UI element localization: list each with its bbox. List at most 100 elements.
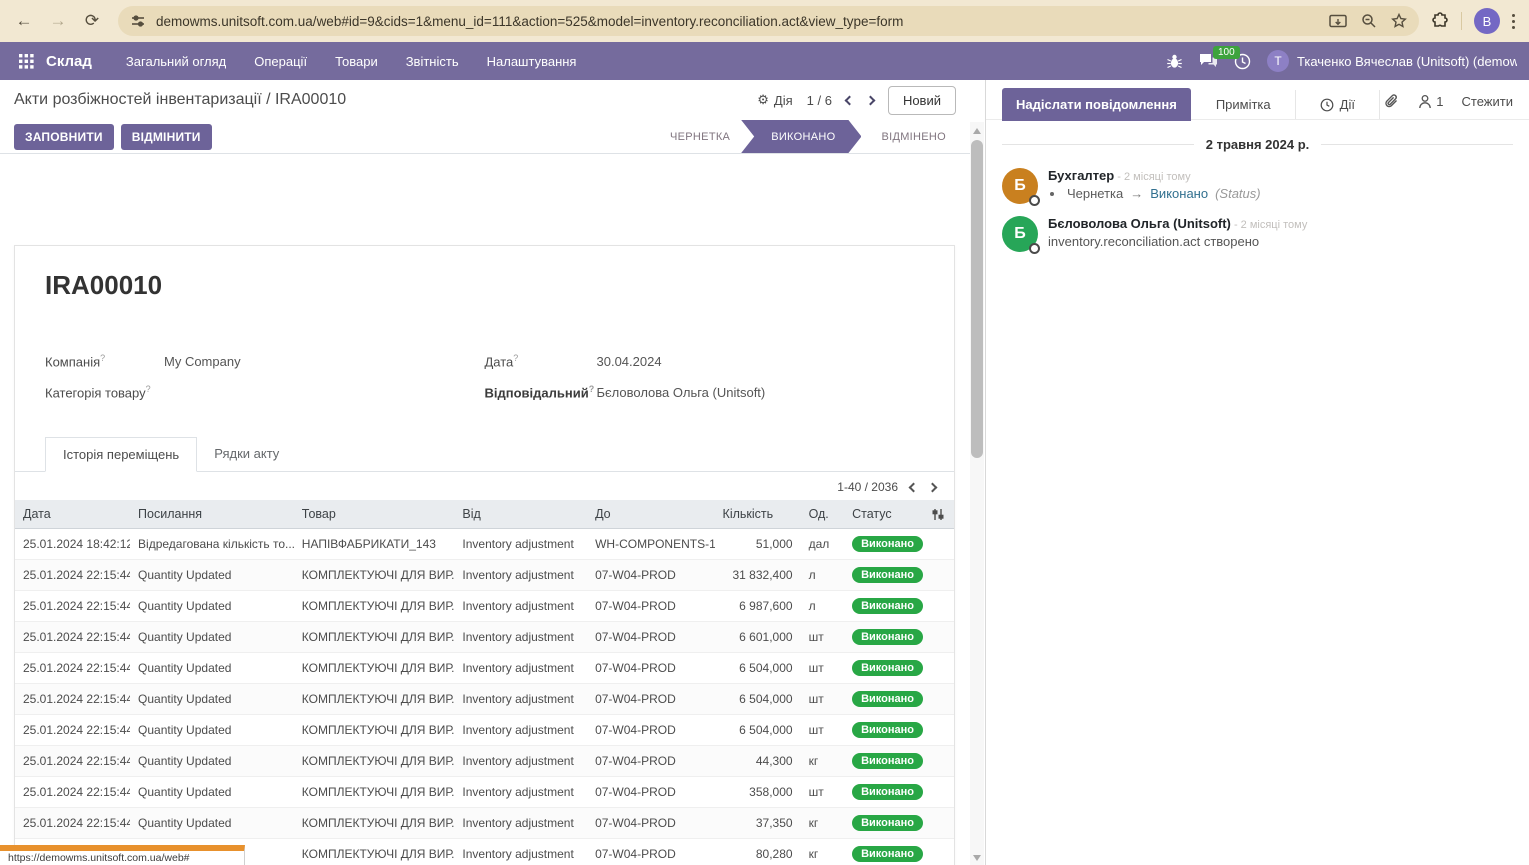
scrollbar-thumb[interactable] xyxy=(971,140,983,458)
nav-menu-item[interactable]: Операції xyxy=(242,48,319,75)
user-menu[interactable]: T Ткаченко Вячеслав (Unitsoft) (demow... xyxy=(1267,50,1517,72)
column-header[interactable]: До xyxy=(587,500,714,529)
move-history-table: ДатаПосиланняТоварВідДоКількістьОд.Стату… xyxy=(15,500,954,865)
notebook-tab[interactable]: Рядки акту xyxy=(197,437,296,472)
browser-back-button[interactable]: ← xyxy=(10,7,38,35)
reference-cell: Quantity Updated xyxy=(130,560,294,591)
list-pager-previous-icon[interactable] xyxy=(909,482,919,492)
product-cell: КОМПЛЕКТУЮЧІ ДЛЯ ВИР... xyxy=(294,684,455,715)
browser-toolbar: ← → ⟳ demowms.unitsoft.com.ua/web#id=9&c… xyxy=(0,0,1529,42)
product-cell: КОМПЛЕКТУЮЧІ ДЛЯ ВИР... xyxy=(294,591,455,622)
from-location-cell: Inventory adjustment xyxy=(454,808,587,839)
app-navbar: Склад Загальний оглядОпераціїТовариЗвітн… xyxy=(0,42,1529,80)
table-row[interactable]: 25.01.2024 22:15:44Quantity UpdatedКОМПЛ… xyxy=(15,684,954,715)
debug-bug-icon[interactable] xyxy=(1166,53,1183,70)
zoom-out-icon[interactable] xyxy=(1361,13,1377,29)
action-menu-button[interactable]: ⚙ Дія xyxy=(757,92,792,108)
to-location-cell: 07-W04-PROD xyxy=(587,560,714,591)
responsible-field-value[interactable]: Бєловолова Ольга (Unitsoft) xyxy=(597,385,766,400)
apps-grid-icon[interactable] xyxy=(12,47,40,75)
pager-previous-icon[interactable] xyxy=(844,95,854,105)
column-header[interactable]: Дата xyxy=(15,500,130,529)
message-header: Бухгалтер - 2 місяці тому xyxy=(1048,168,1513,183)
table-row[interactable]: 25.01.2024 22:15:44Quantity UpdatedКОМПЛ… xyxy=(15,746,954,777)
row-gear-cell xyxy=(923,777,954,808)
pager-next-icon[interactable] xyxy=(865,95,875,105)
nav-menu-item[interactable]: Загальний огляд xyxy=(114,48,238,75)
new-record-button[interactable]: Новий xyxy=(888,86,956,115)
column-header[interactable]: Од. xyxy=(801,500,845,529)
to-location-cell: 07-W04-PROD xyxy=(587,653,714,684)
log-note-tab[interactable]: Примітка xyxy=(1191,90,1296,119)
list-pager-next-icon[interactable] xyxy=(928,482,938,492)
cast-icon[interactable] xyxy=(1329,14,1347,29)
attachment-paperclip-icon[interactable] xyxy=(1384,93,1400,110)
address-bar[interactable]: demowms.unitsoft.com.ua/web#id=9&cids=1&… xyxy=(118,6,1419,36)
reference-cell: Quantity Updated xyxy=(130,746,294,777)
quantity-cell: 80,280 xyxy=(715,839,801,865)
statusbar-action-button[interactable]: ЗАПОВНИТИ xyxy=(14,124,114,150)
table-row[interactable]: 25.01.2024 22:15:44Quantity UpdatedКОМПЛ… xyxy=(15,591,954,622)
notebook-tab[interactable]: Історія переміщень xyxy=(45,437,197,472)
table-row[interactable]: 25.01.2024 22:15:44Quantity UpdatedКОМПЛ… xyxy=(15,715,954,746)
stage-active[interactable]: ВИКОНАНО xyxy=(741,120,861,153)
date-field-value[interactable]: 30.04.2024 xyxy=(597,354,662,369)
quantity-cell: 6 987,600 xyxy=(715,591,801,622)
browser-menu-icon[interactable] xyxy=(1512,14,1515,29)
table-row[interactable]: 25.01.2024 22:15:44Quantity UpdatedКОМПЛ… xyxy=(15,622,954,653)
nav-menu-item[interactable]: Налаштування xyxy=(475,48,589,75)
breadcrumb[interactable]: Акти розбіжностей інвентаризації / IRA00… xyxy=(14,91,346,109)
column-header[interactable]: Посилання xyxy=(130,500,294,529)
status-badge: Виконано xyxy=(852,536,923,552)
product-cell: КОМПЛЕКТУЮЧІ ДЛЯ ВИР... xyxy=(294,746,455,777)
message-author: Бухгалтер xyxy=(1048,168,1114,183)
reference-cell: Quantity Updated xyxy=(130,777,294,808)
followers-button[interactable]: 1 xyxy=(1418,94,1443,109)
status-badge: Виконано xyxy=(852,598,923,614)
quantity-cell: 6 504,000 xyxy=(715,653,801,684)
product-cell: КОМПЛЕКТУЮЧІ ДЛЯ ВИР... xyxy=(294,622,455,653)
nav-menu-item[interactable]: Звітність xyxy=(394,48,471,75)
row-gear-cell xyxy=(923,591,954,622)
optional-columns-button[interactable] xyxy=(923,500,954,529)
scroll-down-icon[interactable] xyxy=(973,855,981,861)
table-row[interactable]: 25.01.2024 22:15:44Quantity UpdatedКОМПЛ… xyxy=(15,777,954,808)
table-row[interactable]: 25.01.2024 22:15:44Quantity UpdatedКОМПЛ… xyxy=(15,653,954,684)
activities-tab[interactable]: Дії xyxy=(1296,90,1380,119)
row-gear-cell xyxy=(923,839,954,865)
app-name[interactable]: Склад xyxy=(46,53,92,70)
browser-forward-button[interactable]: → xyxy=(44,7,72,35)
help-icon: ? xyxy=(100,353,105,363)
company-field-value[interactable]: My Company xyxy=(164,354,241,369)
message-avatar: Б xyxy=(1002,216,1038,252)
table-row[interactable]: 25.01.2024 22:15:44Quantity UpdatedКОМПЛ… xyxy=(15,560,954,591)
toolbar-divider xyxy=(1461,12,1462,30)
send-message-button[interactable]: Надіслати повідомлення xyxy=(1002,88,1191,121)
column-header[interactable]: Товар xyxy=(294,500,455,529)
extensions-icon[interactable] xyxy=(1431,12,1449,30)
column-header[interactable]: Від xyxy=(454,500,587,529)
stage-inactive[interactable]: ЧЕРНЕТКА xyxy=(646,120,754,153)
table-row[interactable]: 25.01.2024 18:42:12Відредагована кількіс… xyxy=(15,529,954,560)
browser-refresh-button[interactable]: ⟳ xyxy=(78,7,106,35)
stage-inactive[interactable]: ВІДМІНЕНО xyxy=(857,120,970,153)
site-settings-icon[interactable] xyxy=(130,13,146,29)
reference-cell: Quantity Updated xyxy=(130,653,294,684)
status-badge: Виконано xyxy=(852,846,923,862)
chatter-message: ББєловолова Ольга (Unitsoft) - 2 місяці … xyxy=(986,210,1529,258)
to-location-cell: 07-W04-PROD xyxy=(587,777,714,808)
column-header[interactable]: Статус xyxy=(844,500,923,529)
column-header[interactable]: Кількість xyxy=(715,500,801,529)
browser-profile-avatar[interactable]: B xyxy=(1474,8,1500,34)
vertical-scrollbar[interactable] xyxy=(970,122,984,865)
table-row[interactable]: 25.01.2024 22:15:44Quantity UpdatedКОМПЛ… xyxy=(15,808,954,839)
product-cell: НАПІВФАБРИКАТИ_143 xyxy=(294,529,455,560)
statusbar-action-button[interactable]: ВІДМІНИТИ xyxy=(121,124,212,150)
product-cell: КОМПЛЕКТУЮЧІ ДЛЯ ВИР... xyxy=(294,560,455,591)
status-cell: Виконано xyxy=(844,560,923,591)
nav-menu-item[interactable]: Товари xyxy=(323,48,390,75)
bookmark-star-icon[interactable] xyxy=(1391,13,1407,29)
follow-button[interactable]: Стежити xyxy=(1462,94,1513,109)
from-location-cell: Inventory adjustment xyxy=(454,622,587,653)
scroll-up-icon[interactable] xyxy=(973,128,981,134)
